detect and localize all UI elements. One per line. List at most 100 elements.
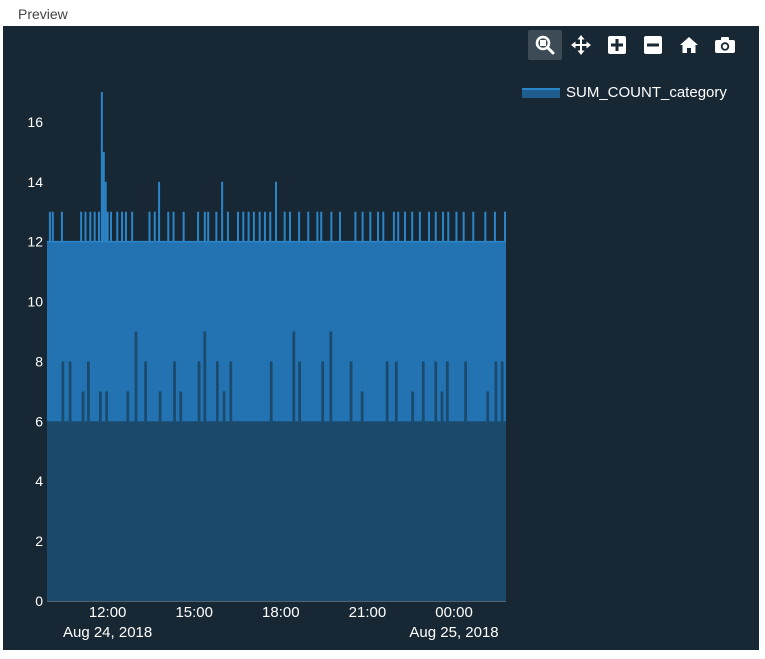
spike-mark-5 [89,211,92,242]
spike-mark-15 [124,211,127,242]
spike-mark-62 [484,211,487,242]
spike-mark-58 [447,211,450,242]
spike-mark-9 [102,151,105,242]
dip-mark-49 [500,361,504,422]
spike-mark-49 [382,211,385,242]
legend[interactable]: SUM_COUNT_category [522,84,727,101]
spike-mark-16 [131,211,134,242]
dip-mark-39 [411,391,415,422]
spike-mark-51 [397,211,400,242]
dip-mark-43 [445,361,449,422]
legend-label: SUM_COUNT_category [566,84,727,101]
dip-mark-33 [349,361,353,422]
y-tick-label-1: 2 [35,533,43,549]
spike-mark-57 [441,211,444,242]
dip-mark-40 [421,361,425,422]
spike-mark-14 [121,211,124,242]
x-tick-label-2: 18:00 [262,604,300,621]
area-base [47,421,506,601]
spike-mark-53 [411,211,414,242]
dip-mark-21 [229,361,233,422]
dip-mark-1 [61,361,65,422]
dip-mark-4 [81,391,85,422]
dip-mark-14 [173,361,176,422]
spike-mark-54 [418,211,421,242]
spike-mark-18 [153,211,156,242]
spike-mark-21 [172,211,175,242]
dip-mark-11 [134,331,138,422]
dip-mark-2 [68,361,72,422]
spike-mark-12 [109,211,112,242]
dip-mark-34 [360,391,364,422]
dip-mark-8 [105,391,109,422]
spike-mark-24 [203,211,206,242]
dip-mark-28 [298,361,301,422]
spike-mark-0 [48,211,51,242]
spike-mark-60 [462,211,465,242]
spike-mark-50 [392,211,395,242]
dip-mark-17 [203,331,207,422]
dip-mark-13 [158,391,162,422]
spike-mark-55 [428,211,431,242]
spike-mark-42 [320,211,323,242]
spike-mark-4 [84,211,87,242]
dip-mark-25 [269,361,273,422]
y-tick-label-6: 12 [27,234,43,250]
chart-svg[interactable]: 0 2 4 6 8 10 12 14 16 12:00 Aug 24, 2018 15:00 18:00… [3,26,759,650]
spike-mark-26 [215,211,218,242]
spike-mark-30 [242,211,245,242]
x-tick-sublabel-0: Aug 24, 2018 [63,624,152,641]
spike-mark-48 [377,211,380,242]
y-tick-label-8: 16 [27,114,43,130]
spike-mark-52 [403,211,406,242]
spike-mark-41 [316,211,319,242]
spike-mark-29 [237,211,240,242]
dip-mark-42 [440,391,444,422]
preview-title: Preview [18,6,68,22]
zoom-out-button[interactable] [636,30,670,60]
zoom-button[interactable] [528,30,562,60]
spike-mark-32 [252,211,255,242]
spike-mark-6 [93,211,96,242]
spike-mark-19 [158,181,161,242]
spike-mark-44 [339,211,342,242]
preview-header: Preview [0,0,765,26]
spike-mark-35 [269,211,272,242]
dip-mark-5 [86,361,90,422]
zoom-icon [535,35,555,55]
plot-panel[interactable]: 0 2 4 6 8 10 12 14 16 12:00 Aug 24, 2018 15:00 18:00… [3,26,759,650]
camera-icon [715,37,735,53]
dip-mark-30 [321,361,325,422]
y-tick-label-5: 10 [27,294,43,310]
spike-mark-13 [116,211,119,242]
dip-mark-41 [434,361,438,422]
home-button[interactable] [672,30,706,60]
dip-mark-47 [486,391,490,422]
pan-icon [571,35,591,55]
spike-mark-47 [369,211,372,242]
spike-mark-36 [275,181,278,242]
dip-mark-48 [494,361,498,422]
spike-mark-7 [97,211,100,242]
y-tick-label-0: 0 [35,593,43,609]
spike-mark-37 [283,211,286,242]
spike-mark-64 [504,211,507,242]
dip-mark-20 [222,391,226,422]
dip-mark-36 [385,361,389,422]
y-tick-label-3: 6 [35,413,43,429]
spike-mark-33 [258,211,261,242]
spike-mark-20 [167,211,170,242]
pan-button[interactable] [564,30,598,60]
spike-mark-56 [434,211,437,242]
dip-mark-27 [292,331,296,422]
spike-mark-46 [361,211,364,242]
spike-mark-43 [330,211,333,242]
spike-mark-1 [51,211,54,242]
zoom-in-button[interactable] [600,30,634,60]
spike-mark-31 [247,211,250,242]
spike-mark-27 [221,181,224,242]
zoom-out-icon [644,36,662,54]
y-tick-label-7: 14 [27,174,43,190]
dip-mark-12 [144,361,148,422]
camera-button[interactable] [708,30,742,60]
